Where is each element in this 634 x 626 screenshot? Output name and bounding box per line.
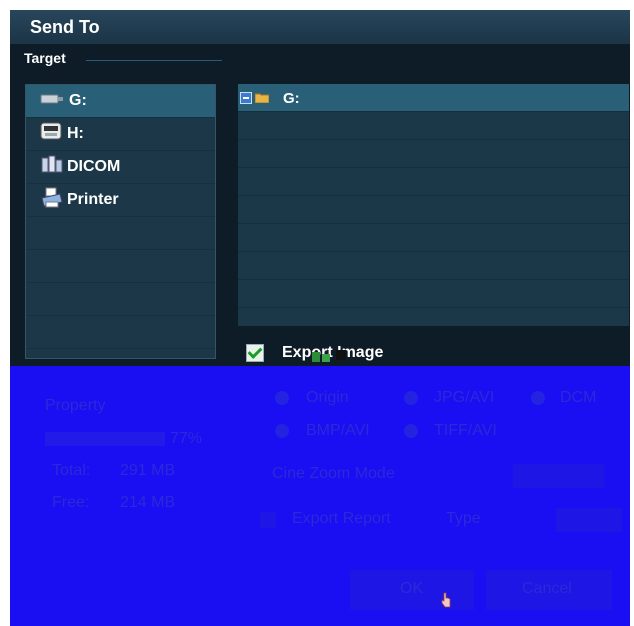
target-section-divider bbox=[86, 60, 222, 61]
list-row bbox=[26, 250, 215, 283]
list-row bbox=[26, 316, 215, 349]
ok-button-label: OK bbox=[400, 580, 424, 597]
device-item-printer[interactable]: Printer bbox=[40, 184, 119, 216]
printer-icon bbox=[40, 186, 64, 215]
export-report-label: Export Report bbox=[292, 510, 391, 527]
device-item-dicom[interactable]: DICOM bbox=[40, 151, 120, 183]
folder-icon bbox=[254, 90, 270, 107]
cancel-button-label: Cancel bbox=[522, 580, 572, 597]
format-radio-origin[interactable] bbox=[275, 391, 289, 405]
format-radio-tiff-avi[interactable] bbox=[404, 424, 418, 438]
type-select[interactable] bbox=[556, 508, 622, 532]
target-device-list[interactable]: G: H: DICOM Printer bbox=[25, 84, 216, 359]
list-row bbox=[238, 140, 629, 168]
list-row bbox=[238, 112, 629, 140]
list-row bbox=[238, 168, 629, 196]
list-row bbox=[238, 280, 629, 308]
format-label-bmp-avi: BMP/AVI bbox=[306, 422, 370, 439]
device-label: DICOM bbox=[67, 158, 121, 175]
mixed-state-icon bbox=[312, 350, 346, 362]
target-section-label: Target bbox=[24, 50, 66, 66]
disk-usage-progress bbox=[45, 432, 165, 446]
list-row bbox=[238, 196, 629, 224]
list-row bbox=[26, 283, 215, 316]
dialog-title: Send To bbox=[30, 17, 100, 37]
folder-list[interactable] bbox=[238, 84, 629, 326]
format-label-dcm: DCM bbox=[560, 389, 597, 406]
property-label: Property bbox=[45, 397, 106, 414]
dialog-titlebar: Send To bbox=[10, 10, 630, 44]
total-value: 291 MB bbox=[120, 462, 176, 479]
format-label-jpg-avi: JPG/AVI bbox=[434, 389, 495, 406]
export-report-checkbox[interactable] bbox=[260, 512, 276, 528]
dvd-drive-icon bbox=[40, 121, 64, 148]
list-row bbox=[26, 217, 215, 250]
type-label: Type bbox=[446, 510, 481, 527]
format-label-origin: Origin bbox=[306, 389, 349, 406]
folder-item-g[interactable]: G: bbox=[240, 87, 300, 109]
free-value: 214 MB bbox=[120, 494, 176, 511]
device-label: Printer bbox=[67, 191, 119, 208]
device-label: G: bbox=[69, 92, 87, 109]
disk-usage-percent: 77% bbox=[170, 430, 203, 447]
format-radio-bmp-avi[interactable] bbox=[275, 424, 289, 438]
cine-zoom-label: Cine Zoom Mode bbox=[272, 465, 395, 482]
total-label: Total: bbox=[52, 462, 91, 479]
cine-zoom-select[interactable] bbox=[513, 464, 605, 488]
free-label: Free: bbox=[52, 494, 90, 511]
list-row bbox=[238, 252, 629, 280]
folder-label: G: bbox=[283, 89, 300, 107]
device-label: H: bbox=[67, 125, 84, 142]
dicom-network-icon bbox=[40, 154, 64, 181]
device-item-h[interactable]: H: bbox=[40, 118, 84, 150]
hand-cursor-icon bbox=[441, 592, 451, 608]
format-radio-jpg-avi[interactable] bbox=[404, 391, 418, 405]
device-item-g[interactable]: G: bbox=[40, 85, 87, 117]
list-row bbox=[238, 224, 629, 252]
format-radio-dcm[interactable] bbox=[531, 391, 545, 405]
collapse-icon[interactable] bbox=[240, 92, 252, 104]
usb-drive-icon bbox=[40, 92, 66, 111]
export-image-checkbox[interactable] bbox=[246, 344, 264, 362]
format-label-tiff-avi: TIFF/AVI bbox=[434, 422, 497, 439]
